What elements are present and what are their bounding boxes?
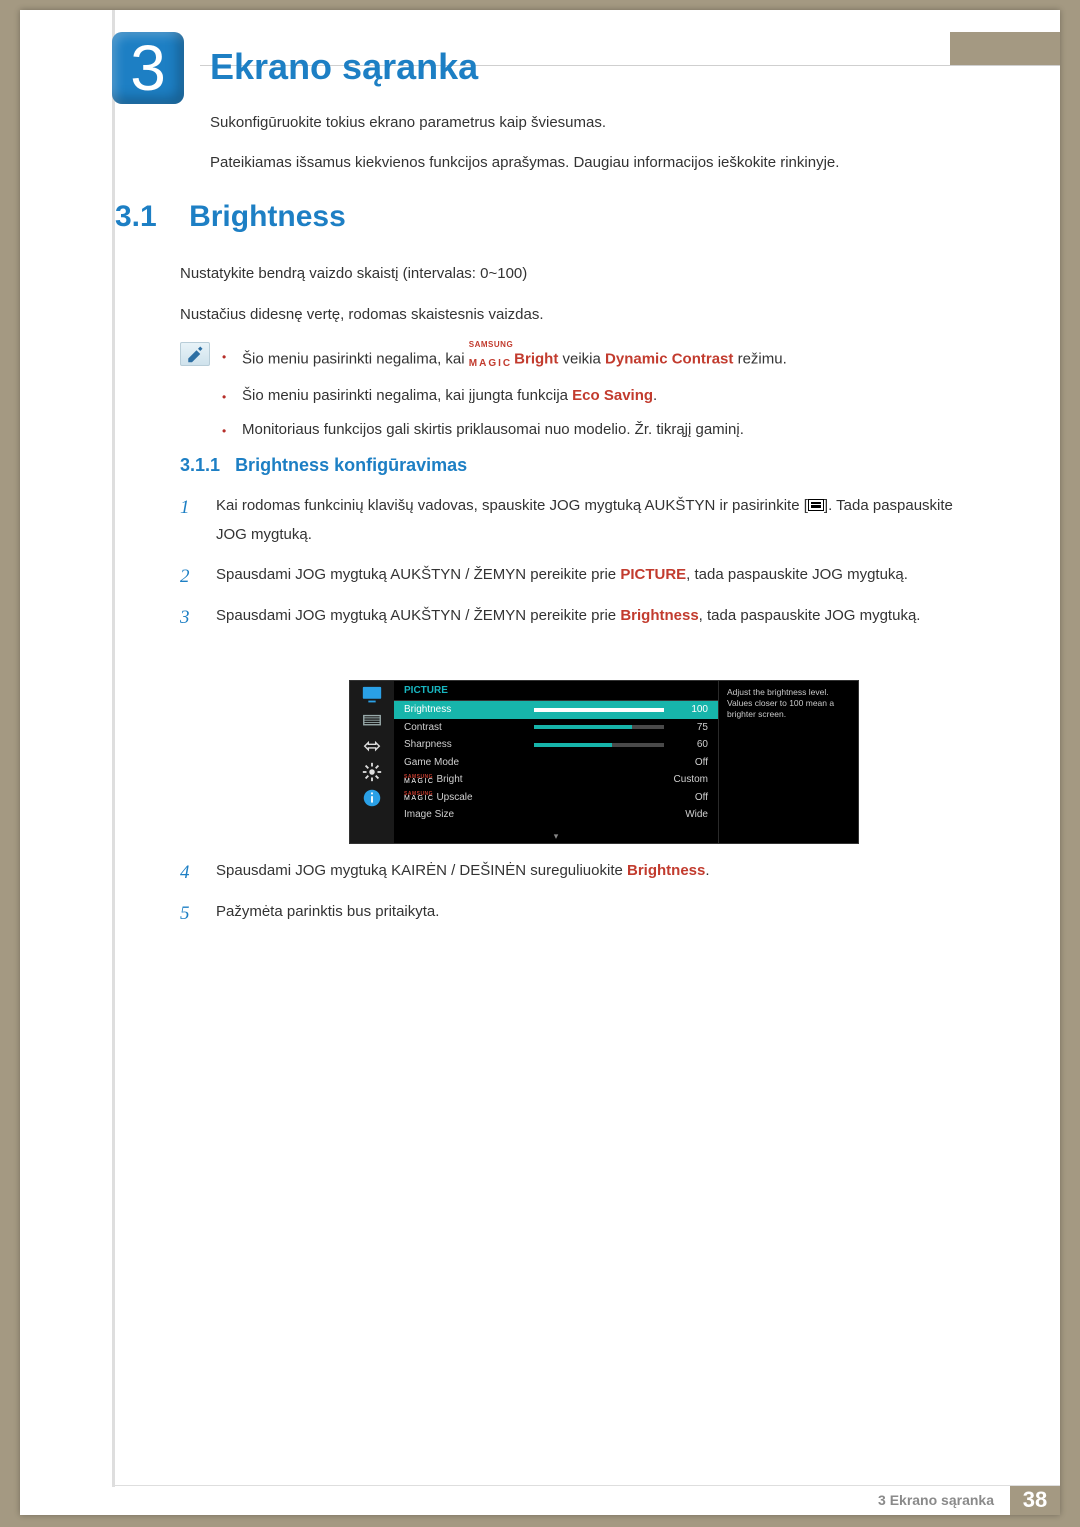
subsection-heading: 3.1.1 Brightness konfigūravimas (180, 455, 467, 476)
intro-line-1: Sukonfigūruokite tokius ekrano parametru… (210, 110, 960, 136)
osd-scroll-indicator: ▾ (394, 829, 718, 843)
osd-row-label: Game Mode (404, 757, 534, 768)
osd-size-icon (361, 737, 383, 755)
osd-row: Contrast 75 (394, 719, 718, 737)
note-block: Šio meniu pasirinkti negalima, kai SAMSU… (180, 342, 960, 450)
osd-row-value: 100 (664, 704, 708, 715)
osd-main: PICTURE Brightness 100 Contrast 75 Sharpness… (394, 681, 718, 843)
page-number: 38 (1010, 1485, 1060, 1515)
osd-row-label: Image Size (404, 809, 534, 820)
section-body-1: Nustatykite bendrą vaizdo skaistį (inter… (180, 260, 960, 287)
step-4: 4 Spausdami JOG mygtuką KAIRĖN / DEŠINĖN… (180, 857, 960, 886)
note-icon (180, 342, 210, 366)
note-item-2: Šio meniu pasirinkti negalima, kai įjung… (242, 382, 960, 410)
note-list: Šio meniu pasirinkti negalima, kai SAMSU… (242, 342, 960, 444)
osd-picture-icon (361, 685, 383, 703)
footer-breadcrumb: 3 Ekrano sąranka (862, 1485, 1010, 1515)
chapter-badge: 3 (112, 32, 184, 104)
osd-color-icon (361, 711, 383, 729)
note-item-1: Šio meniu pasirinkti negalima, kai SAMSU… (242, 342, 960, 376)
osd-row-value: 60 (664, 739, 708, 750)
osd-row-value: 75 (664, 722, 708, 733)
section-heading: 3.1 Brightness (115, 200, 346, 234)
step-2: 2 Spausdami JOG mygtuką AUKŠTYN / ŽEMYN … (180, 561, 960, 590)
header-accent-bar (950, 32, 1060, 66)
chapter-title: Ekrano sąranka (210, 46, 478, 88)
note-item-3: Monitoriaus funkcijos gali skirtis prikl… (242, 416, 960, 444)
osd-slider (534, 708, 664, 712)
step-5: 5 Pažymėta parinktis bus pritaikyta. (180, 898, 960, 927)
section-number: 3.1 (115, 200, 157, 233)
osd-slider (534, 743, 664, 747)
osd-row: Image Size Wide (394, 806, 718, 824)
osd-row-label: SAMSUNGMAGICBright (404, 774, 534, 785)
osd-row-label: Sharpness (404, 739, 534, 750)
osd-row: Sharpness 60 (394, 736, 718, 754)
osd-row-value: Wide (664, 809, 708, 820)
osd-row: Brightness 100 (394, 701, 718, 719)
osd-row-value: Off (664, 757, 708, 768)
osd-sidebar (350, 681, 394, 843)
page-footer: 3 Ekrano sąranka 38 (20, 1485, 1060, 1515)
section-title: Brightness (189, 200, 346, 233)
samsung-magic-logo: SAMSUNGMAGIC (404, 792, 434, 802)
osd-settings-icon (361, 763, 383, 781)
step-3: 3 Spausdami JOG mygtuką AUKŠTYN / ŽEMYN … (180, 602, 960, 631)
osd-row: SAMSUNGMAGICUpscale Off (394, 789, 718, 807)
subsection-number: 3.1.1 (180, 455, 220, 475)
samsung-magic-logo: SAMSUNGMAGIC (404, 775, 434, 785)
subsection-title: Brightness konfigūravimas (235, 455, 467, 475)
section-body-2: Nustačius didesnę vertę, rodomas skaiste… (180, 301, 960, 328)
osd-row-label: Contrast (404, 722, 534, 733)
osd-screenshot: PICTURE Brightness 100 Contrast 75 Sharpness… (349, 680, 859, 844)
menu-icon (808, 499, 824, 511)
footer-rule (112, 1485, 1060, 1486)
chapter-intro: Sukonfigūruokite tokius ekrano parametru… (210, 110, 960, 189)
osd-header: PICTURE (394, 681, 718, 701)
osd-row: Game Mode Off (394, 754, 718, 772)
osd-row-value: Custom (664, 774, 708, 785)
osd-info-icon (361, 789, 383, 807)
samsung-magic-logo: SAMSUNGMAGIC (469, 342, 513, 376)
osd-row-value: Off (664, 792, 708, 803)
osd-help-text: Adjust the brightness level. Values clos… (718, 681, 858, 843)
procedure-steps-bottom: 4 Spausdami JOG mygtuką KAIRĖN / DEŠINĖN… (180, 857, 960, 938)
intro-line-2: Pateikiamas išsamus kiekvienos funkcijos… (210, 150, 960, 176)
osd-row-label: Brightness (404, 704, 534, 715)
chapter-number: 3 (130, 31, 166, 105)
manual-page: 3 Ekrano sąranka Sukonfigūruokite tokius… (20, 10, 1060, 1515)
section-body: Nustatykite bendrą vaizdo skaistį (inter… (180, 260, 960, 342)
step-1: 1 Kai rodomas funkcinių klavišų vadovas,… (180, 492, 960, 549)
osd-row: SAMSUNGMAGICBright Custom (394, 771, 718, 789)
procedure-steps-top: 1 Kai rodomas funkcinių klavišų vadovas,… (180, 492, 960, 642)
osd-slider (534, 725, 664, 729)
osd-rows: Brightness 100 Contrast 75 Sharpness 60 Game M… (394, 701, 718, 829)
osd-row-label: SAMSUNGMAGICUpscale (404, 792, 534, 803)
